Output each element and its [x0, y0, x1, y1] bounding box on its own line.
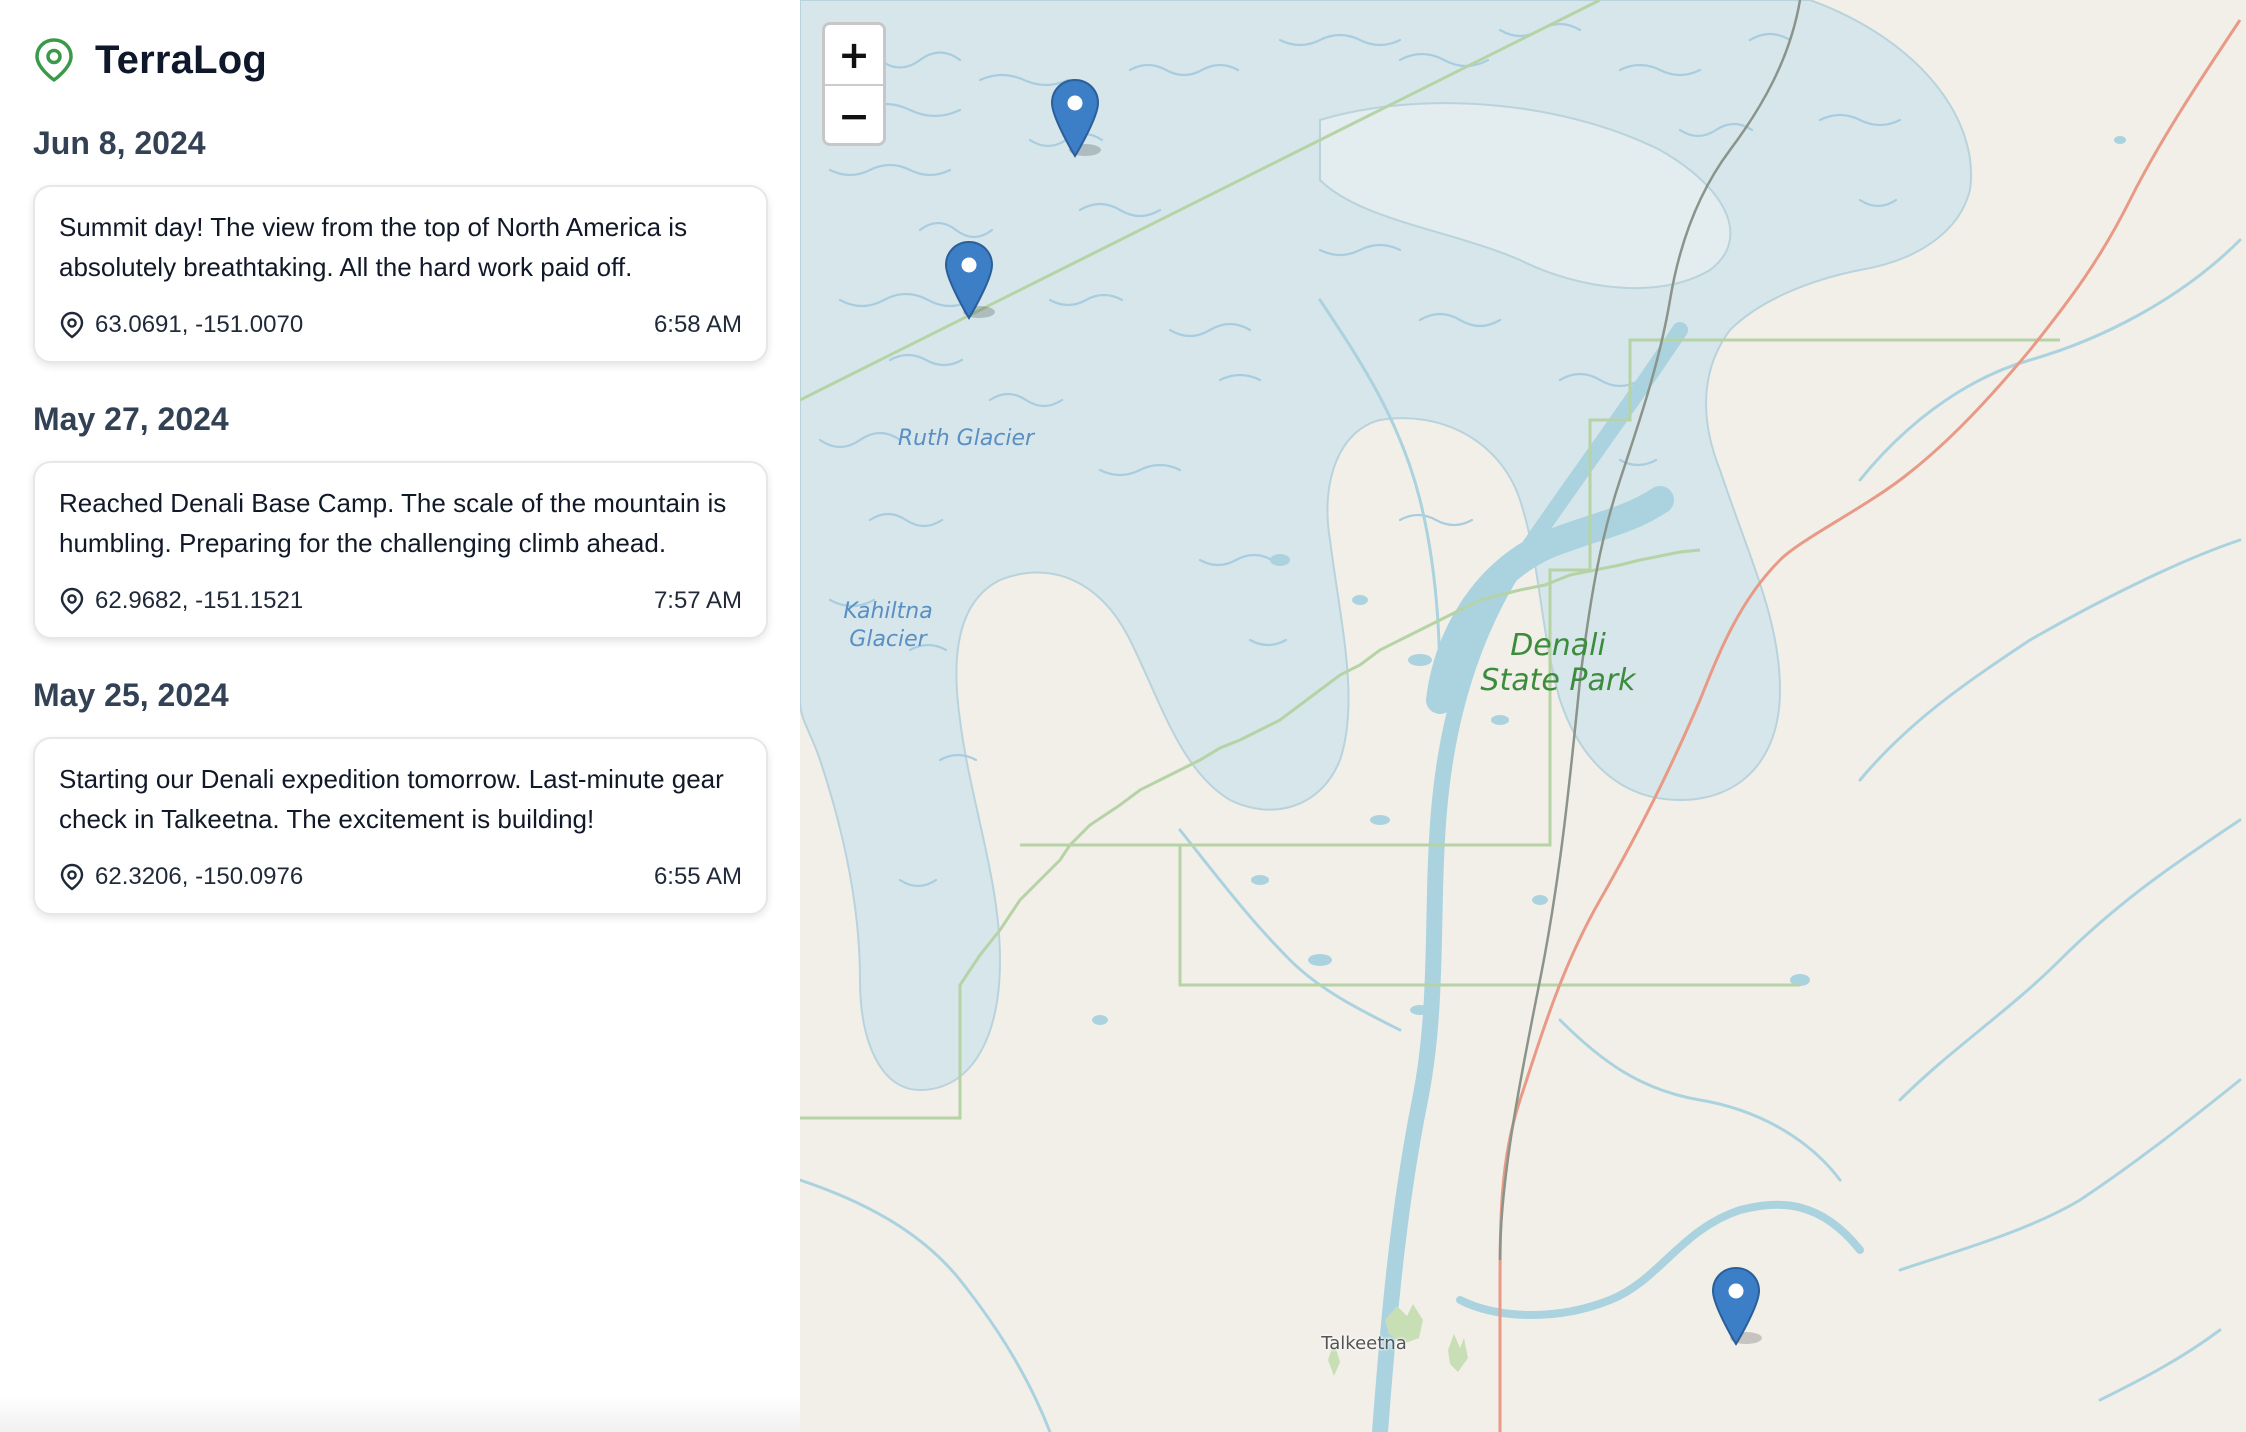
entry-coordinates: 62.3206, -150.0976: [95, 863, 304, 890]
entry-coordinates: 63.0691, -151.0070: [95, 311, 304, 338]
entry-card[interactable]: Reached Denali Base Camp. The scale of t…: [33, 461, 768, 639]
entry-meta: 62.9682, -151.1521 7:57 AM: [59, 585, 742, 617]
entry-card[interactable]: Summit day! The view from the top of Nor…: [33, 185, 768, 363]
day-date-heading: May 25, 2024: [33, 677, 229, 713]
entry-time: 7:57 AM: [653, 587, 742, 614]
entry-card[interactable]: Starting our Denali expedition tomorrow.…: [33, 737, 768, 915]
app-title: TerraLog: [95, 37, 267, 82]
day-date-heading: Jun 8, 2024: [33, 125, 206, 161]
ruth-glacier-label: Ruth Glacier: [897, 426, 1035, 451]
location-pin-icon: [59, 587, 85, 615]
talkeetna-town-label: Talkeetna: [1321, 1333, 1407, 1354]
zoom-in-button[interactable]: +: [825, 25, 883, 84]
entry-meta: 62.3206, -150.0976 6:55 AM: [59, 861, 742, 893]
map-tiles: [800, 0, 2246, 1432]
day-date-heading: May 27, 2024: [33, 401, 229, 437]
entry-time: 6:58 AM: [653, 311, 742, 338]
day-group: May 25, 2024 Starting our Denali expedit…: [33, 675, 768, 915]
entry-meta: 63.0691, -151.0070 6:58 AM: [59, 309, 742, 341]
denali-state-park-label-line1: Denali: [1510, 628, 1606, 663]
entry-time: 6:55 AM: [653, 863, 742, 890]
location-pin-icon: [59, 863, 85, 891]
sidebar-bottom-shade: [0, 1396, 800, 1432]
map-marker-summit[interactable]: [1049, 78, 1101, 160]
day-group: May 27, 2024 Reached Denali Base Camp. T…: [33, 399, 768, 639]
entry-text: Starting our Denali expedition tomorrow.…: [59, 764, 724, 834]
day-group: Jun 8, 2024 Summit day! The view from th…: [33, 123, 768, 363]
journal-sidebar: TerraLog Jun 8, 2024 Summit day! The vie…: [0, 0, 800, 1432]
denali-state-park-label-line2: State Park: [1480, 663, 1636, 698]
zoom-out-button[interactable]: −: [825, 86, 883, 143]
entry-coordinates: 62.9682, -151.1521: [95, 587, 304, 614]
map-marker-base-camp[interactable]: [943, 240, 995, 322]
kahiltna-glacier-label-line1: Kahiltna: [843, 599, 933, 624]
kahiltna-glacier-label-line2: Glacier: [849, 627, 927, 652]
zoom-control: + −: [822, 22, 886, 146]
entry-text: Summit day! The view from the top of Nor…: [59, 212, 688, 282]
brand-header: TerraLog: [33, 36, 267, 84]
map-marker-talkeetna[interactable]: [1710, 1266, 1762, 1348]
location-pin-icon: [59, 311, 85, 339]
map-pin-logo-icon: [33, 37, 75, 83]
map-view[interactable]: Ruth Glacier Kahiltna Glacier Denali Sta…: [800, 0, 2246, 1432]
entry-text: Reached Denali Base Camp. The scale of t…: [59, 488, 727, 558]
